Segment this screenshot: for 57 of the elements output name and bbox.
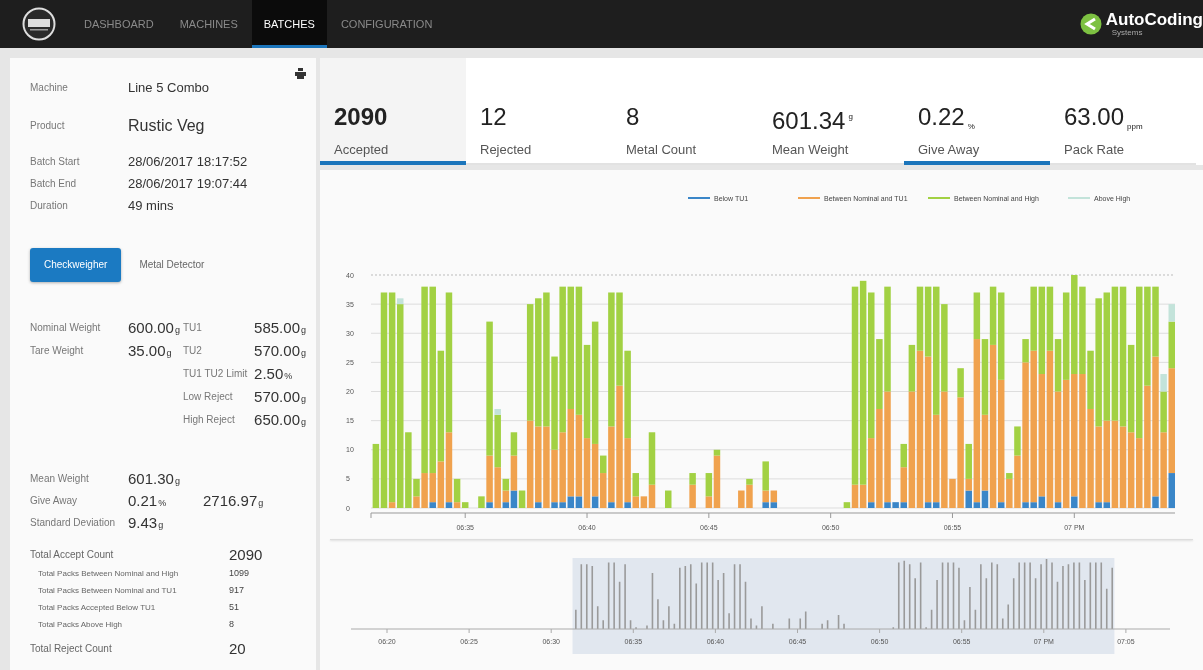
count-label: Total Reject Count	[30, 642, 113, 656]
summary-tab[interactable]: 0.22$_{%}$ Give Away	[904, 58, 1050, 165]
device-tab[interactable]: Metal Detector	[135, 248, 209, 282]
field-label: Batch End	[30, 177, 78, 191]
stat-value: 2716.97g	[203, 491, 265, 509]
field-label: Duration	[30, 199, 69, 213]
setting-label: Nominal Weight	[30, 322, 102, 333]
count-label: Total Packs Accepted Below TU1	[37, 602, 157, 614]
stat-label: Give Away	[30, 494, 79, 506]
device-tab[interactable]: Checkweigher	[30, 248, 122, 282]
count-value: 51	[229, 601, 240, 614]
count-value: 2090	[229, 545, 264, 565]
setting-label: TU1	[183, 322, 203, 333]
nav-tab[interactable]: MACHINES	[167, 0, 250, 48]
field-value: 28/06/2017 19:07:44	[128, 175, 249, 193]
setting-value: 570.00g	[254, 388, 306, 405]
field-value: Rustic Veg	[128, 116, 206, 136]
field-label: Product	[30, 119, 66, 133]
nav-tab[interactable]: BATCHES	[251, 0, 327, 48]
setting-value: 570.00g	[254, 342, 306, 359]
setting-label: Tare Weight	[30, 345, 85, 356]
count-value: 20	[229, 639, 247, 659]
count-value: 917	[229, 584, 246, 597]
summary-tab[interactable]: 12 Rejected	[466, 58, 612, 165]
summary-tab[interactable]: 601.34$^{g}$ Mean Weight	[758, 58, 904, 165]
stat-value: 601.30g	[128, 469, 181, 487]
stat-label: Standard Deviation	[30, 516, 117, 528]
setting-value: 585.00g	[254, 319, 306, 336]
summary-tab[interactable]: 63.00$_{ppm}$ Pack Rate	[1050, 58, 1196, 165]
field-label: Batch Start	[30, 155, 81, 169]
summary-tab[interactable]: 8 Metal Count	[612, 58, 758, 165]
nav-tab[interactable]: CONFIGURATION	[328, 0, 445, 48]
stat-value: 0.21%	[128, 491, 168, 509]
summary-tab[interactable]: 2090 Accepted	[320, 58, 466, 165]
count-value: 8	[229, 618, 235, 631]
field-value: Line 5 Combo	[128, 79, 210, 97]
count-value: 1099	[229, 567, 251, 580]
setting-value: 35.00 g	[128, 342, 173, 359]
setting-value: 2.50%	[254, 365, 294, 382]
setting-value: 600.00g	[128, 319, 181, 336]
setting-label: TU2	[183, 345, 203, 356]
count-label: Total Packs Between Nominal and TU1	[37, 585, 178, 597]
count-label: Total Packs Between Nominal and High	[37, 568, 180, 580]
stat-label: Mean Weight	[30, 472, 90, 484]
field-value: 28/06/2017 18:17:52	[128, 153, 249, 171]
field-value: 49 mins	[128, 197, 175, 215]
stat-value: 9.43g	[128, 513, 165, 531]
count-label: Total Packs Above High	[37, 619, 124, 631]
setting-label: TU1 TU2 Limit	[183, 368, 249, 379]
setting-label: High Reject	[183, 414, 236, 425]
nav-tab[interactable]: DASHBOARD	[72, 0, 166, 48]
brand-name: AutoCoding	[1105, 11, 1203, 28]
count-label: Total Accept Count	[30, 548, 115, 562]
setting-label: Low Reject	[183, 391, 234, 402]
brand-subtitle: Systems	[1111, 29, 1144, 37]
setting-value: 650.00g	[254, 411, 306, 428]
field-label: Machine	[30, 81, 69, 95]
